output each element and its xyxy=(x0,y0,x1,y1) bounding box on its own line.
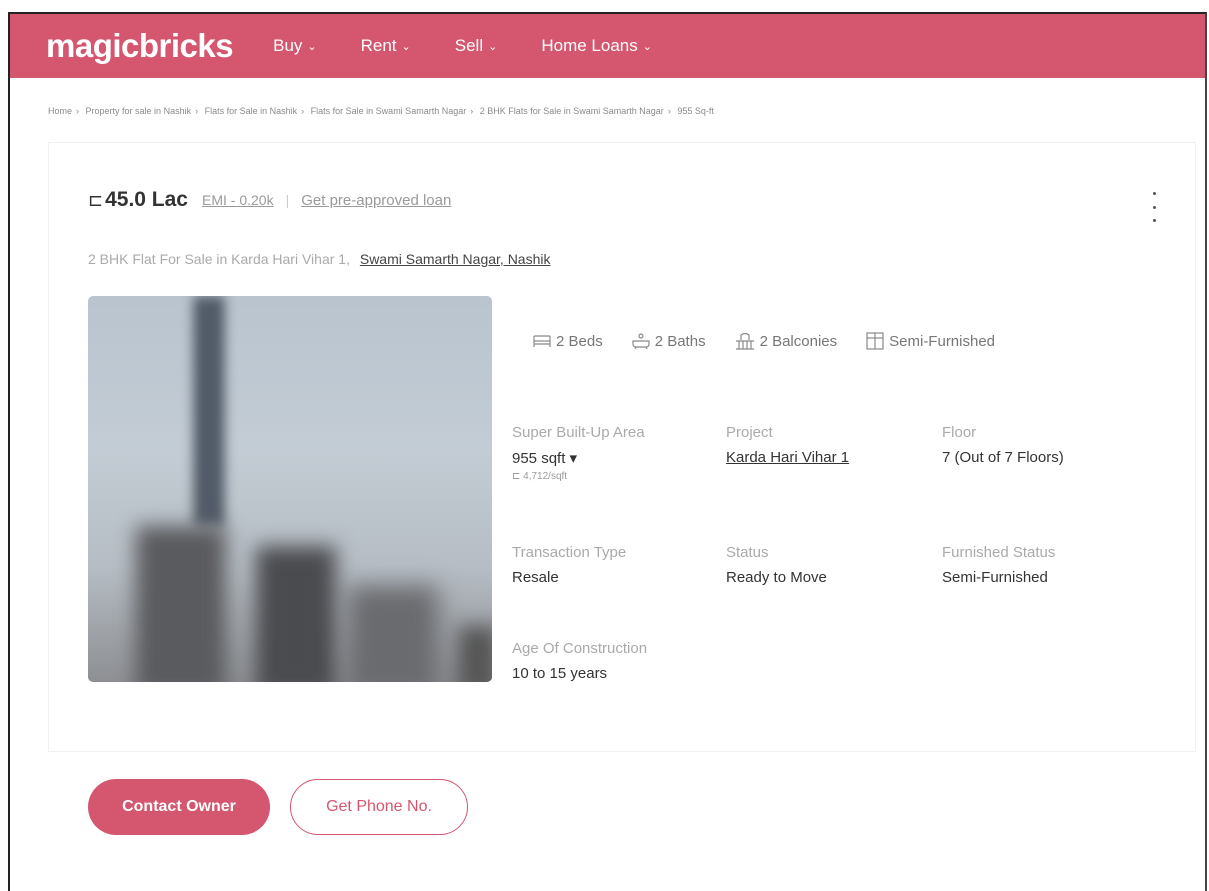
more-options-icon[interactable] xyxy=(1150,192,1158,222)
nav-buy[interactable]: Buy ⌄ xyxy=(273,36,317,56)
amenities-row: 2 Beds 2 Baths 2 Balconies Semi-Furnishe… xyxy=(532,332,1023,350)
breadcrumb-flats-nashik[interactable]: Flats for Sale in Nashik xyxy=(205,106,298,116)
detail-age-value: 10 to 15 years xyxy=(512,665,608,682)
breadcrumb-home[interactable]: Home xyxy=(48,106,72,116)
amenity-baths: 2 Baths xyxy=(631,332,706,350)
nav-buy-label: Buy xyxy=(273,36,303,55)
nav-menu: Buy ⌄ Rent ⌄ Sell ⌄ Home Loans ⌄ xyxy=(273,36,696,56)
nav-sell[interactable]: Sell ⌄ xyxy=(455,36,498,56)
breadcrumb-separator: › xyxy=(667,106,671,116)
detail-floor-label: Floor xyxy=(942,424,977,441)
detail-furnished-label: Furnished Status xyxy=(942,544,1056,561)
browser-frame: magicbricks Buy ⌄ Rent ⌄ Sell ⌄ Home Loa… xyxy=(8,12,1207,891)
contact-owner-button[interactable]: Contact Owner xyxy=(88,779,270,835)
detail-floor-value: 7 (Out of 7 Floors) xyxy=(942,449,1064,466)
price-row: ⊏ 45.0 Lac EMI - 0.20k | Get pre-approve… xyxy=(88,188,451,212)
detail-status: Status Ready to Move xyxy=(726,544,936,586)
detail-area-label: Super Built-Up Area xyxy=(512,424,645,441)
breadcrumb-property-nashik[interactable]: Property for sale in Nashik xyxy=(86,106,192,116)
breadcrumb-separator: › xyxy=(76,106,80,116)
bed-icon xyxy=(533,335,551,347)
detail-transaction-label: Transaction Type xyxy=(512,544,627,561)
site-logo[interactable]: magicbricks xyxy=(46,27,234,65)
emi-link[interactable]: EMI - 0.20k xyxy=(202,192,274,208)
detail-age: Age Of Construction 10 to 15 years xyxy=(512,640,722,682)
detail-age-label: Age Of Construction xyxy=(512,640,648,657)
nav-home-loans[interactable]: Home Loans ⌄ xyxy=(541,36,652,56)
top-navbar: magicbricks Buy ⌄ Rent ⌄ Sell ⌄ Home Loa… xyxy=(10,14,1205,78)
breadcrumb-2bhk[interactable]: 2 BHK Flats for Sale in Swami Samarth Na… xyxy=(480,106,664,116)
nav-rent-label: Rent xyxy=(360,36,397,55)
amenity-balconies: 2 Balconies xyxy=(734,332,838,350)
balcony-icon xyxy=(735,332,754,350)
detail-area-rate: ⊏ 4,712/sqft xyxy=(512,471,568,482)
detail-area-value[interactable]: 955 sqft ▾ xyxy=(512,449,722,467)
detail-area: Super Built-Up Area 955 sqft ▾ ⊏ 4,712/s… xyxy=(512,424,722,482)
breadcrumb-current: 955 Sq-ft xyxy=(677,106,714,116)
amenity-beds-label: 2 Beds xyxy=(556,332,603,350)
detail-status-value: Ready to Move xyxy=(726,569,827,586)
listing-subtitle: 2 BHK Flat For Sale in Karda Hari Vihar … xyxy=(88,251,551,267)
detail-transaction-value: Resale xyxy=(512,569,559,586)
get-phone-button[interactable]: Get Phone No. xyxy=(290,779,468,835)
chevron-down-icon: ⌄ xyxy=(642,40,652,53)
breadcrumb: Home › Property for sale in Nashik › Flats… xyxy=(48,106,714,116)
breadcrumb-flats-swami-samarth[interactable]: Flats for Sale in Swami Samarth Nagar xyxy=(311,106,467,116)
breadcrumb-separator: › xyxy=(301,106,305,116)
nav-rent[interactable]: Rent ⌄ xyxy=(361,36,411,56)
nav-sell-label: Sell xyxy=(454,36,484,55)
detail-status-label: Status xyxy=(726,544,769,561)
listing-title: 2 BHK Flat For Sale in Karda Hari Vihar … xyxy=(88,251,350,267)
listing-price: 45.0 Lac xyxy=(105,188,188,211)
detail-floor: Floor 7 (Out of 7 Floors) xyxy=(942,424,1152,466)
divider: | xyxy=(285,192,290,208)
chevron-down-icon: ⌄ xyxy=(401,40,411,53)
nav-home-loans-label: Home Loans xyxy=(541,36,638,55)
chevron-down-icon: ⌄ xyxy=(488,40,498,53)
detail-transaction: Transaction Type Resale xyxy=(512,544,722,586)
detail-project-label: Project xyxy=(726,424,773,441)
furnish-icon xyxy=(866,332,884,350)
currency-symbol: ⊏ xyxy=(88,189,104,210)
amenity-furnishing-label: Semi-Furnished xyxy=(889,332,996,350)
detail-project-link[interactable]: Karda Hari Vihar 1 xyxy=(726,449,936,466)
preapproved-loan-link[interactable]: Get pre-approved loan xyxy=(301,192,451,209)
detail-furnished: Furnished Status Semi-Furnished xyxy=(942,544,1152,586)
amenity-furnishing: Semi-Furnished xyxy=(865,332,995,350)
breadcrumb-separator: › xyxy=(470,106,474,116)
detail-project: Project Karda Hari Vihar 1 xyxy=(726,424,936,466)
chevron-down-icon: ⌄ xyxy=(307,40,317,53)
location-link[interactable]: Swami Samarth Nagar, Nashik xyxy=(360,251,551,267)
detail-furnished-value: Semi-Furnished xyxy=(942,569,1048,586)
property-photo[interactable] xyxy=(88,296,492,682)
bath-icon xyxy=(632,333,650,350)
amenity-balconies-label: 2 Balconies xyxy=(759,332,838,350)
amenity-baths-label: 2 Baths xyxy=(654,332,706,350)
breadcrumb-separator: › xyxy=(195,106,199,116)
amenity-beds: 2 Beds xyxy=(532,332,603,350)
